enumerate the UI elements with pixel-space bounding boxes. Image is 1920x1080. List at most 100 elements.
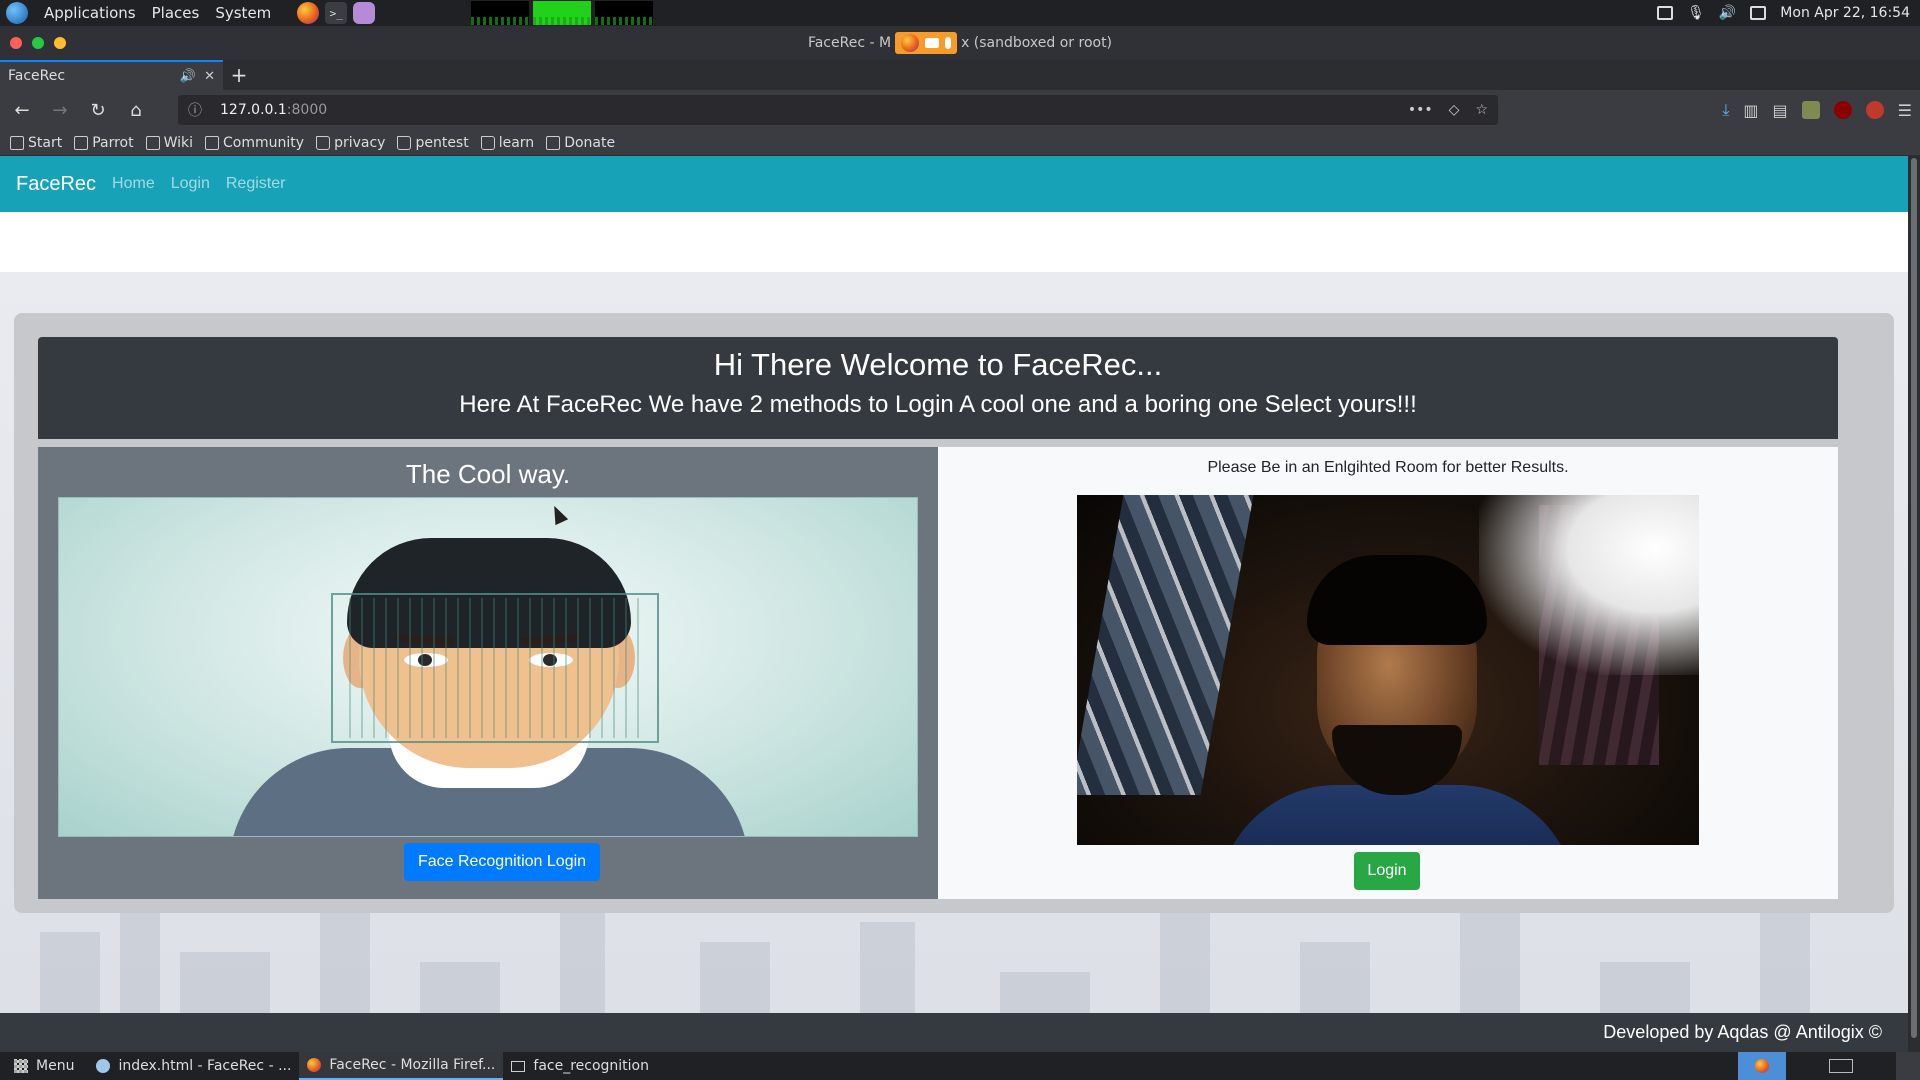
quick-launch: >_ [297,2,376,24]
bookmark-community[interactable]: Community [205,135,304,151]
nav-login-link[interactable]: Login [171,175,210,193]
page-scrollbar[interactable] [1908,156,1920,1052]
taskbar-item-index-html[interactable]: index.html - FaceRec - ... [88,1052,299,1080]
window-titlebar: FaceRec - M x (sandboxed or root) [0,26,1920,60]
url-bar[interactable]: ⓘ 127.0.0.1:8000 ••• ◇ ☆ [178,95,1498,125]
bookmark-label: privacy [334,134,386,151]
person-hair [1307,555,1487,645]
pocket-icon[interactable]: ◇ [1449,102,1460,118]
forward-button[interactable]: → [46,96,74,124]
face-scan-illustration [58,497,918,837]
folder-icon [397,135,412,150]
clock[interactable]: Mon Apr 22, 16:54 [1780,5,1910,21]
url-host: 127.0.0.1 [220,102,287,118]
bookmark-folder-learn[interactable]: learn [480,135,534,151]
tab-title: FaceRec [8,68,66,84]
close-window-button[interactable] [10,37,22,49]
network-monitor [595,1,654,25]
cool-way-card: The Cool way. Face Recognition Login [38,447,938,899]
site-brand[interactable]: FaceRec [16,173,96,196]
download-icon[interactable]: ⤓ [1722,100,1729,120]
taskbar-item-label: FaceRec - Mozilla Firef... [329,1057,496,1073]
face-recognition-login-button[interactable]: Face Recognition Login [404,843,600,881]
show-desktop-button[interactable] [1896,1052,1920,1080]
url-port: :8000 [286,102,328,118]
extension-icon[interactable] [1801,101,1820,119]
bookmark-icon [10,135,24,150]
parrot-logo-icon[interactable] [6,2,28,24]
volume-icon[interactable]: 🔊 [1719,5,1736,21]
login-button[interactable]: Login [1354,852,1420,890]
minimize-window-button[interactable] [54,37,66,49]
microphone-icon[interactable]: 🎙 [1687,5,1705,21]
hamburger-menu-icon[interactable]: ☰ [1898,101,1912,120]
sidebar-icon[interactable]: ▤ [1773,101,1788,120]
lighting-hint: Please Be in an Enlgihted Room for bette… [1207,459,1569,476]
webcam-person [1217,555,1577,845]
webcam-video-feed [1077,495,1699,845]
taskbar-menu-button[interactable]: Menu [0,1058,88,1074]
bookmark-icon [74,135,89,150]
library-icon[interactable]: ▥ [1743,101,1758,120]
cool-way-heading: The Cool way. [405,459,571,489]
back-button[interactable]: ← [8,96,36,124]
microphone-icon [945,37,952,49]
bookmark-icon [145,135,160,150]
window-icon [1829,1059,1853,1073]
taskbar-item-face-recognition[interactable]: face_recognition [503,1052,657,1080]
close-tab-icon[interactable]: ✕ [204,69,215,84]
taskbar-item-label: index.html - FaceRec - ... [118,1058,292,1074]
browser-icon [96,1059,111,1073]
bookmark-star-icon[interactable]: ☆ [1475,102,1488,118]
applications-menu[interactable]: Applications [44,4,136,22]
maximize-window-button[interactable] [32,37,44,49]
firefox-launcher-icon[interactable] [297,2,320,24]
workspace-1-button[interactable] [1738,1052,1786,1080]
bookmark-icon [546,135,561,150]
firefox-icon [1755,1059,1769,1073]
tab-facerec[interactable]: FaceRec 🔊 ✕ [0,60,223,90]
bookmark-folder-privacy[interactable]: privacy [316,135,385,151]
folder-icon [316,135,331,150]
webcam-card: Please Be in an Enlgihted Room for bette… [938,447,1838,899]
bottom-taskbar: Menu index.html - FaceRec - ... FaceRec … [0,1052,1920,1080]
welcome-title: Hi There Welcome to FaceRec... [713,347,1163,382]
text-editor-launcher-icon[interactable] [353,2,376,24]
browser-navbar: ← → ↻ ⌂ ⓘ 127.0.0.1:8000 ••• ◇ ☆ ⤓ ▥ ▤ ☰ [0,90,1920,130]
bookmark-donate[interactable]: Donate [546,135,615,151]
nav-home-link[interactable]: Home [112,175,155,193]
display-icon[interactable] [1657,6,1674,20]
system-top-panel: Applications Places System >_ 🎙 🔊 Mon Ap… [0,0,1920,26]
new-tab-button[interactable]: + [223,60,255,90]
site-footer: Developed by Aqdas @ Antilogix © [0,1013,1908,1052]
apps-grid-icon [14,1059,28,1073]
bookmark-folder-pentest[interactable]: pentest [397,135,469,151]
notification-icon[interactable] [1750,6,1767,20]
bookmark-label: Wiki [163,134,194,151]
ublock-icon[interactable] [1833,101,1852,119]
home-button[interactable]: ⌂ [122,96,150,124]
info-icon[interactable]: ⓘ [188,100,202,120]
camera-icon [925,38,940,48]
page-actions-icon[interactable]: ••• [1408,102,1433,118]
folder-icon [480,135,495,150]
taskbar-menu-label: Menu [36,1058,75,1074]
speaker-icon[interactable]: 🔊 [180,69,196,84]
sharing-indicator[interactable] [895,32,958,54]
bookmark-start[interactable]: Start [10,135,62,151]
workspace-2-button[interactable] [1786,1052,1896,1080]
webcam-curtain [1077,495,1254,795]
site-navbar: FaceRec Home Login Register [0,156,1908,212]
terminal-launcher-icon[interactable]: >_ [325,2,348,24]
places-menu[interactable]: Places [152,4,200,22]
system-menu[interactable]: System [215,4,271,22]
extension-s-icon[interactable] [1865,101,1884,119]
nav-register-link[interactable]: Register [226,175,286,193]
bookmark-label: Parrot [92,134,134,151]
reload-button[interactable]: ↻ [84,96,112,124]
taskbar-item-firefox[interactable]: FaceRec - Mozilla Firef... [299,1052,504,1080]
bookmark-wiki[interactable]: Wiki [145,134,194,151]
bookmark-parrot[interactable]: Parrot [74,134,134,151]
firefox-icon [901,34,920,52]
bookmarks-bar: Start Parrot Wiki Community privacy pent… [0,130,1920,156]
